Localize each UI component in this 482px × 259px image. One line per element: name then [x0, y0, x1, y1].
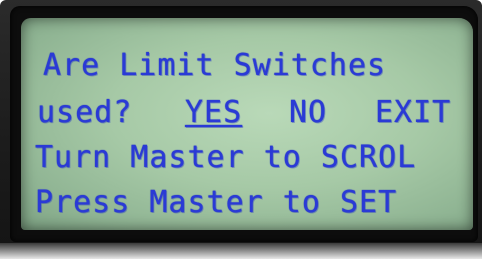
lcd-line-2: used? YES NO EXIT: [37, 91, 473, 135]
no-option[interactable]: NO: [289, 91, 327, 135]
lcd-line-4: Press Master to SET: [35, 185, 398, 220]
question-text: used?: [37, 95, 133, 130]
device-housing: Are Limit Switches used? YES NO EXIT Tur…: [0, 0, 482, 259]
lcd-line-3: Turn Master to SCROL: [35, 140, 417, 175]
exit-option[interactable]: EXIT: [375, 91, 451, 135]
device-edge: [0, 243, 482, 259]
lcd-line-1: Are Limit Switches: [43, 48, 387, 83]
yes-option[interactable]: YES: [185, 91, 242, 135]
lcd-screen: Are Limit Switches used? YES NO EXIT Tur…: [21, 18, 473, 230]
